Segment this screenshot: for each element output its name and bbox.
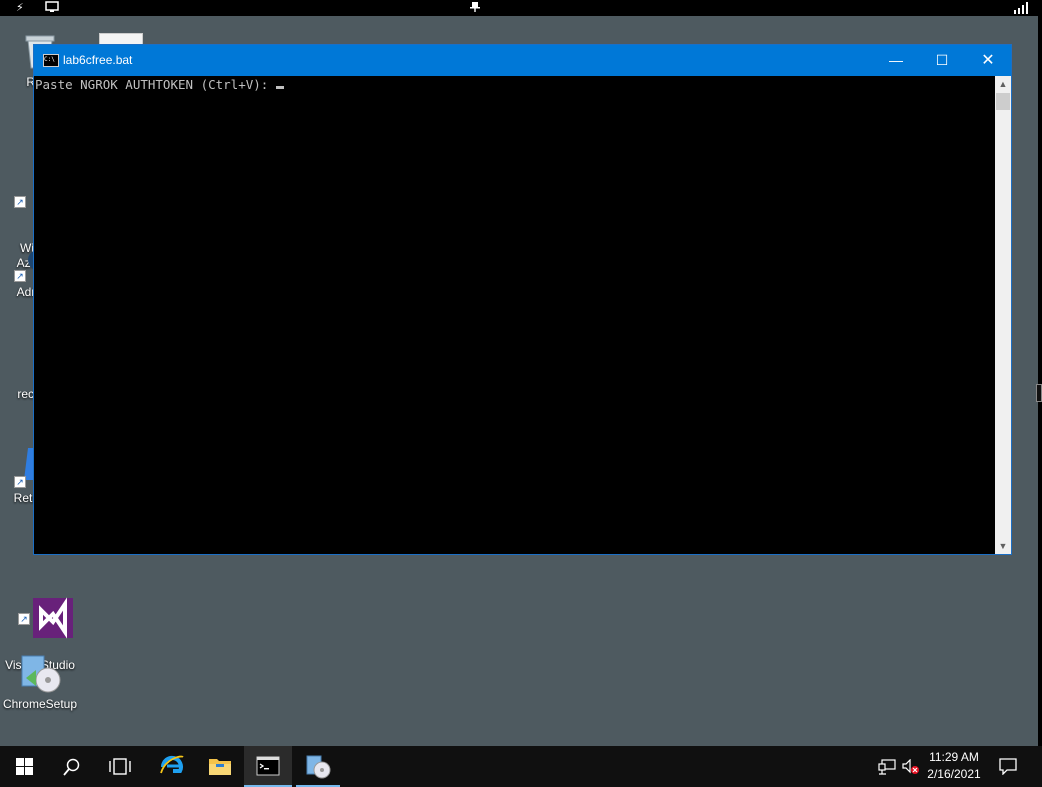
desktop-icon-label: ChromeSetup xyxy=(2,697,78,711)
start-button[interactable] xyxy=(0,746,48,787)
shortcut-arrow-icon: ↗ xyxy=(14,196,26,208)
network-icon[interactable] xyxy=(878,759,896,778)
console-output[interactable]: Paste NGROK AUTHTOKEN (Ctrl+V): xyxy=(34,76,995,554)
minimize-button[interactable]: — xyxy=(873,45,919,76)
taskbar-file-explorer[interactable] xyxy=(196,746,244,787)
task-view-button[interactable] xyxy=(96,746,144,787)
signal-strength-icon xyxy=(1014,2,1030,14)
desktop-icon-chromesetup[interactable]: ChromeSetup xyxy=(2,650,78,712)
cmd-icon: C:\ xyxy=(43,54,59,67)
search-button[interactable] xyxy=(48,746,96,787)
windows-logo-icon xyxy=(15,758,33,775)
installer-icon xyxy=(18,650,62,694)
taskbar-command-prompt[interactable] xyxy=(244,746,292,787)
scroll-up-arrow-icon[interactable]: ▲ xyxy=(995,76,1011,92)
vertical-scrollbar[interactable]: ▲ ▼ xyxy=(995,76,1011,554)
monitor-icon[interactable] xyxy=(45,1,59,17)
window-titlebar[interactable]: C:\ lab6cfree.bat — ☐ ✕ xyxy=(34,45,1011,76)
search-icon xyxy=(63,758,80,776)
lightning-icon[interactable]: ⚡ xyxy=(16,1,24,15)
shortcut-arrow-icon: ↗ xyxy=(18,613,30,625)
clock-date: 2/16/2021 xyxy=(927,767,981,781)
right-edge-bar xyxy=(1038,16,1042,746)
visual-studio-icon: ↗ xyxy=(18,581,74,639)
taskbar-setup-app[interactable] xyxy=(294,746,342,787)
maximize-button[interactable]: ☐ xyxy=(919,45,965,76)
folder-icon xyxy=(209,759,231,775)
remote-session-bar: ⚡ xyxy=(0,0,1042,16)
text-cursor xyxy=(276,86,285,89)
pin-icon[interactable] xyxy=(470,1,480,17)
cmd-icon xyxy=(256,756,280,776)
console-prompt: Paste NGROK AUTHTOKEN (Ctrl+V): xyxy=(35,77,269,92)
action-center-icon[interactable] xyxy=(999,758,1017,778)
edge-handle[interactable] xyxy=(1036,384,1042,402)
console-window[interactable]: C:\ lab6cfree.bat — ☐ ✕ Paste NGROK AUTH… xyxy=(33,44,1012,555)
taskbar-internet-explorer[interactable] xyxy=(148,746,196,787)
scroll-down-arrow-icon[interactable]: ▼ xyxy=(995,538,1011,554)
taskbar: 11:29 AM 2/16/2021 xyxy=(0,746,1042,787)
clock-time: 11:29 AM xyxy=(929,750,979,764)
scroll-thumb[interactable] xyxy=(996,93,1010,110)
system-clock[interactable]: 11:29 AM 2/16/2021 xyxy=(916,749,992,783)
task-view-icon xyxy=(109,758,131,775)
internet-explorer-icon xyxy=(160,755,184,774)
close-button[interactable]: ✕ xyxy=(965,45,1011,76)
shortcut-arrow-icon: ↗ xyxy=(14,270,26,282)
shortcut-arrow-icon: ↗ xyxy=(14,476,26,488)
installer-icon xyxy=(306,755,331,779)
window-title: lab6cfree.bat xyxy=(63,53,133,67)
